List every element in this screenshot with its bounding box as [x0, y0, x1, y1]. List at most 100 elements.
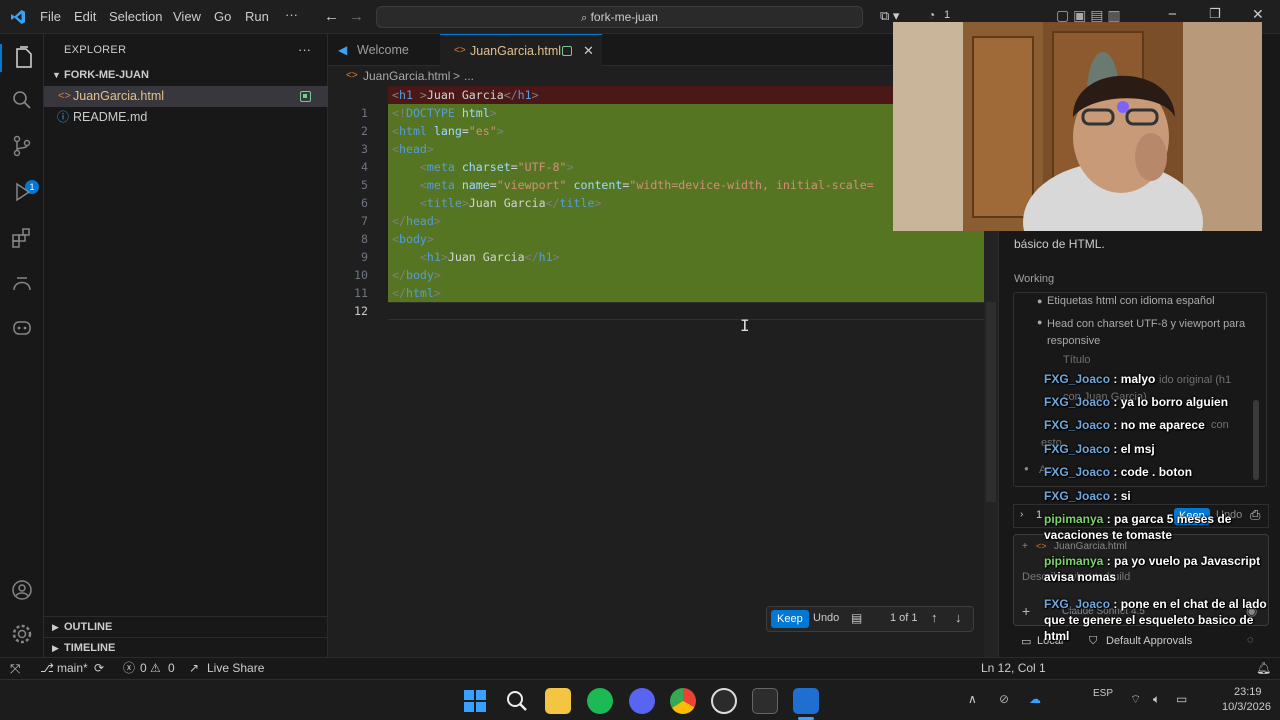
menu-go[interactable]: Go — [214, 9, 231, 24]
git-branch-icon: ⎇ — [40, 661, 54, 675]
warning-count[interactable]: 0 — [168, 658, 175, 679]
search-activity-icon[interactable] — [10, 88, 34, 112]
html-file-icon: <> — [454, 45, 466, 56]
source-control-icon[interactable] — [10, 134, 34, 158]
tray-chevron-icon[interactable]: ∧ — [968, 692, 977, 706]
forward-arrow-icon[interactable]: → — [349, 8, 364, 25]
windows-start-icon[interactable] — [463, 689, 487, 713]
file-item-readme[interactable]: ⓘ README.md — [44, 107, 328, 128]
language-indicator[interactable]: ESP — [1093, 688, 1113, 699]
bell-icon[interactable]: 🔔︎ — [1256, 658, 1271, 679]
breadcrumb-symbol[interactable]: ... — [464, 66, 474, 86]
more-menu-button[interactable]: ··· — [285, 7, 298, 22]
menu-file[interactable]: File — [40, 9, 61, 24]
menu-run[interactable]: Run — [245, 9, 269, 24]
liveshare-button[interactable]: Live Share — [207, 658, 264, 679]
menu-edit[interactable]: Edit — [74, 9, 96, 24]
terminal-icon[interactable] — [752, 688, 778, 714]
minimize-icon[interactable]: − — [1168, 6, 1177, 23]
chat-message: FXG_Joaco : si — [1044, 489, 1131, 503]
chat-message: FXG_Joaco : malyo — [1044, 372, 1156, 386]
arrow-down-icon[interactable]: ↓ — [955, 610, 962, 625]
add-icon[interactable]: + — [1022, 603, 1030, 619]
extensions-icon[interactable] — [10, 226, 34, 250]
copilot-chat-icon[interactable] — [10, 316, 34, 340]
add-context-icon[interactable]: + — [1022, 541, 1028, 552]
tray-app-icon[interactable]: ☁ — [1029, 692, 1041, 706]
account-icon[interactable] — [10, 578, 34, 602]
arrow-up-icon[interactable]: ↑ — [931, 610, 938, 625]
clock-date[interactable]: 10/3/2026 — [1222, 701, 1271, 713]
maximize-icon[interactable]: ❐ — [1209, 6, 1221, 22]
bullet-icon: ● — [1037, 296, 1043, 306]
chat-text: ya lo borro alguien — [1120, 395, 1229, 409]
menu-view[interactable]: View — [173, 9, 201, 24]
error-count[interactable]: 0 — [140, 658, 147, 679]
obs-icon[interactable] — [711, 688, 737, 714]
discord-icon[interactable] — [629, 688, 655, 714]
status-bar: ⤧ ⎇ main* ⟳ ⓧ 0 ⚠ 0 ↗ Live Share Ln 12, … — [0, 657, 1280, 679]
code-line: <html lang="es"> — [392, 124, 504, 138]
tab-juangarcia[interactable]: <> JuanGarcia.html ✕ — [440, 34, 602, 66]
line-number: 12 — [354, 304, 368, 318]
wifi-icon[interactable]: ⌔ — [1130, 692, 1141, 707]
editor-scrollbar-thumb[interactable] — [986, 302, 996, 502]
notifications-count: 1 — [944, 9, 951, 21]
vscode-taskbar-icon[interactable] — [793, 688, 819, 714]
file-item-juangarcia[interactable]: <> JuanGarcia.html — [44, 86, 328, 107]
command-center-search[interactable]: ⌕ fork-me-juan — [376, 6, 863, 28]
spotify-icon[interactable] — [587, 688, 613, 714]
tab-welcome[interactable]: ◀ Welcome — [328, 34, 440, 66]
chat-username: pipimanya — [1044, 554, 1104, 568]
battery-icon[interactable]: ▭ — [1176, 692, 1187, 706]
chat-username: FXG_Joaco — [1044, 395, 1111, 409]
chevron-right-icon[interactable]: › — [1020, 509, 1023, 520]
settings-gear-icon[interactable] — [10, 622, 34, 646]
menu-selection[interactable]: Selection — [109, 9, 162, 24]
folder-fork-me-juan[interactable]: ▼ FORK-ME-JUAN — [44, 65, 328, 86]
back-arrow-icon[interactable]: ← — [324, 8, 339, 25]
cursor-position[interactable]: Ln 12, Col 1 — [981, 658, 1046, 679]
sync-icon[interactable]: ⟳ — [94, 658, 104, 679]
windows-taskbar: ∧ ⊘ ☁ ESP ⌔ 🔈︎ ▭ 23:19 10/3/2026 — [0, 679, 1280, 720]
chevron-right-icon: ▶ — [52, 643, 59, 653]
close-tab-icon[interactable]: ✕ — [583, 35, 594, 67]
breadcrumb-file[interactable]: JuanGarcia.html — [363, 66, 450, 86]
chat-message: pipimanya : pa yo vuelo pa Javascript av… — [1044, 554, 1261, 584]
line-number: 3 — [361, 142, 368, 156]
clock-time[interactable]: 23:19 — [1234, 686, 1262, 698]
volume-icon[interactable]: 🔈︎ — [1153, 692, 1160, 707]
line-number: 7 — [361, 214, 368, 228]
chat-username: FXG_Joaco — [1044, 597, 1111, 611]
run-debug-icon[interactable] — [10, 180, 34, 204]
code-line: </body> — [392, 268, 441, 282]
chat-message: FXG_Joaco : code . boton — [1044, 465, 1193, 479]
file-explorer-icon[interactable] — [545, 688, 571, 714]
tray-icon[interactable]: ⊘ — [999, 692, 1009, 706]
code-line: <title>Juan Garcia</title> — [419, 196, 602, 210]
explorer-activity[interactable] — [0, 44, 44, 72]
remote-explorer-icon[interactable] — [10, 272, 34, 296]
chat-username: FXG_Joaco — [1044, 489, 1111, 503]
close-window-icon[interactable]: ✕ — [1252, 6, 1264, 23]
taskbar-search-icon[interactable] — [505, 689, 529, 713]
open-diff-icon[interactable]: ▤ — [851, 611, 862, 625]
chat-username: FXG_Joaco — [1044, 442, 1111, 456]
timeline-section[interactable]: ▶ TIMELINE — [44, 637, 328, 658]
modified-indicator-icon — [300, 91, 311, 102]
undo-button[interactable]: Undo — [813, 612, 839, 624]
chrome-icon[interactable] — [670, 688, 696, 714]
chevron-down-icon: ▼ — [52, 70, 61, 80]
outline-section[interactable]: ▶ OUTLINE — [44, 616, 328, 637]
keep-button[interactable]: Keep — [771, 610, 809, 628]
git-branch[interactable]: main* — [57, 658, 88, 679]
webcam-overlay — [893, 22, 1262, 231]
chat-message: FXG_Joaco : pone en el chat de al lado q… — [1044, 597, 1267, 643]
error-icon: ⓧ — [123, 661, 136, 675]
notifications-icon[interactable]: ◔ — [928, 8, 935, 22]
code-line: <head> — [392, 142, 434, 156]
files-changed-count: 1 — [1036, 509, 1043, 521]
liveshare-icon: ↗ — [189, 661, 200, 675]
remote-indicator-icon[interactable]: ⤧ — [10, 658, 20, 679]
explorer-more-button[interactable]: ··· — [298, 42, 311, 57]
